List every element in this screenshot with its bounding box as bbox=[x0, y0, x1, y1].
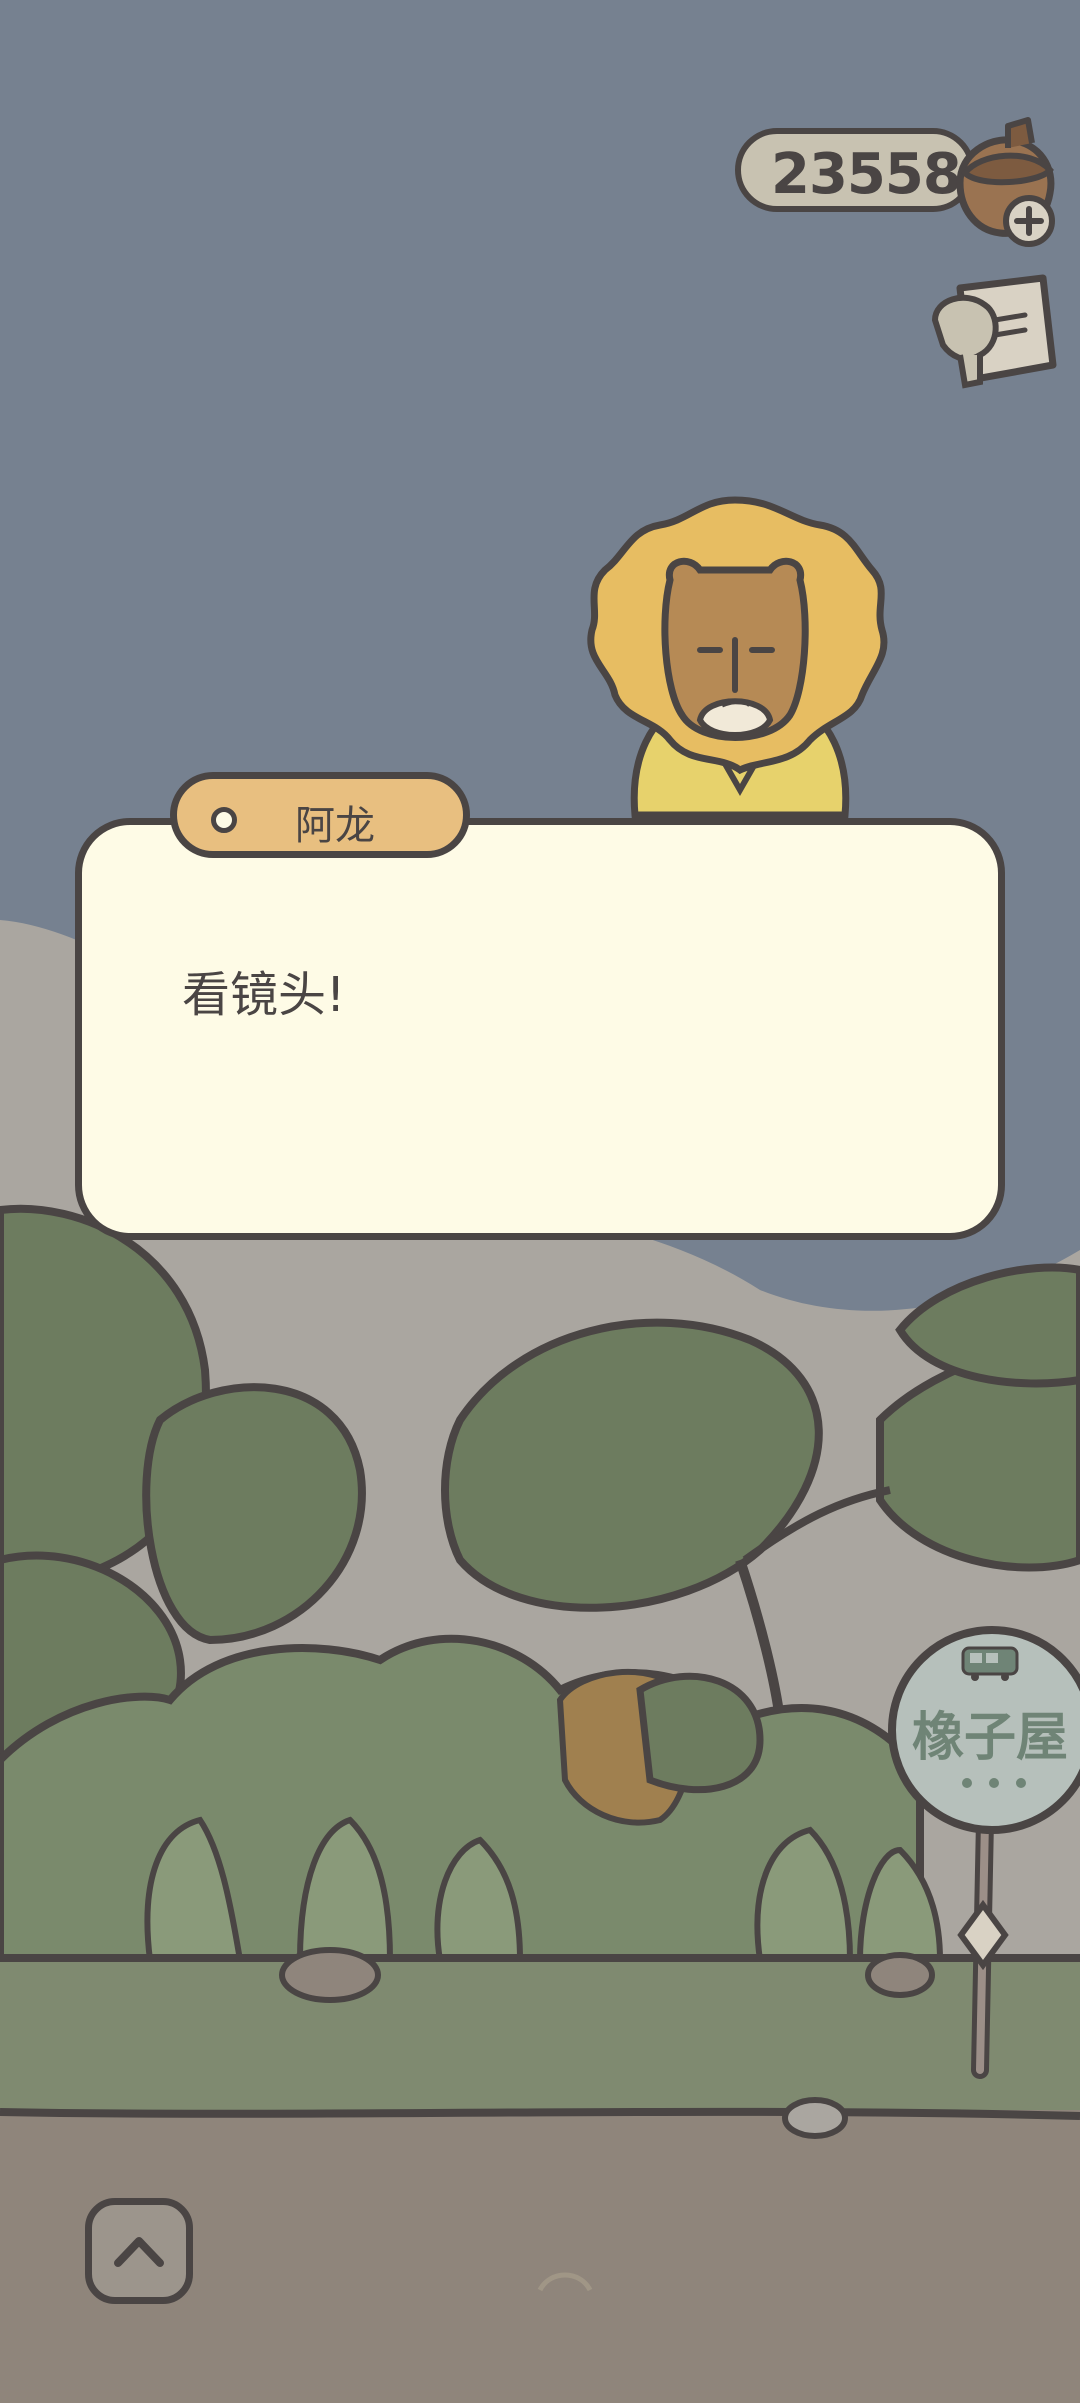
dialog-text: 看镜头! bbox=[182, 967, 346, 1023]
bus-icon bbox=[960, 1645, 1020, 1687]
bus-stop-label: 橡子屋 bbox=[912, 1708, 1069, 1768]
speaker-dot-icon bbox=[211, 807, 237, 833]
chevron-up-icon bbox=[114, 2237, 164, 2267]
dialog-box[interactable]: 看镜头! bbox=[75, 818, 1005, 1240]
speaker-name: 阿龙 bbox=[295, 803, 375, 849]
bus-stop-dots bbox=[962, 1778, 1026, 1788]
speaker-name-tag: 阿龙 bbox=[170, 772, 470, 858]
acorn-count: 23558 bbox=[771, 142, 962, 207]
acorn-counter: 23558 bbox=[735, 128, 975, 212]
photo-album-icon[interactable] bbox=[925, 270, 1060, 395]
lion-character[interactable] bbox=[587, 496, 888, 819]
plus-icon[interactable] bbox=[1003, 195, 1055, 247]
expand-button[interactable] bbox=[85, 2198, 193, 2304]
